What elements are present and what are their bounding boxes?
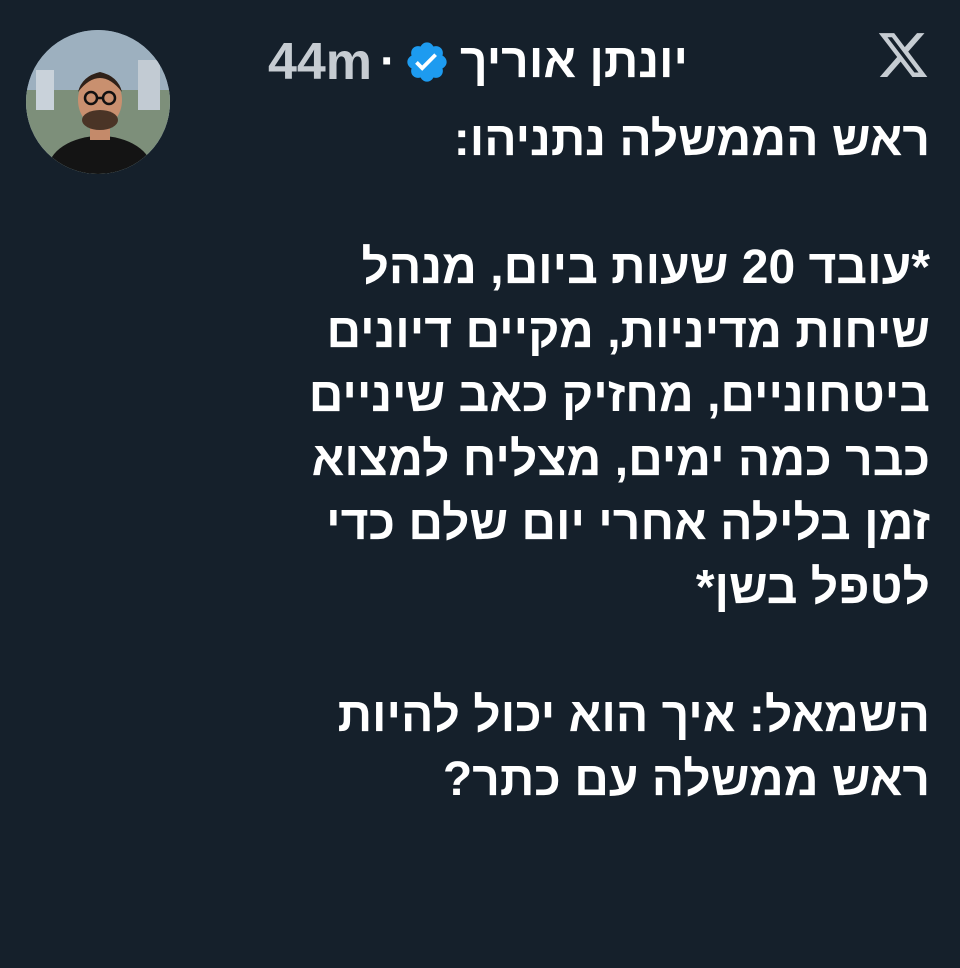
tweet-line: שיחות מדיניות, מקיים דיונים: [326, 305, 931, 358]
tweet-line: ראש ממשלה עם כתר?: [442, 753, 930, 806]
tweet-line: לטפל בשן*: [695, 561, 930, 614]
tweet-line: ביטחוניים, מחזיק כאב שיניים: [308, 369, 930, 422]
tweet-line: ראש הממשלה נתניהו:: [453, 113, 930, 166]
separator-dot: ·: [380, 35, 396, 88]
tweet-line: זמן בלילה אחרי יום שלם כדי: [326, 497, 930, 550]
verified-badge-icon: [404, 39, 450, 85]
author-name[interactable]: יונתן אוריך: [460, 38, 688, 86]
tweet-line: כבר כמה ימים, מצליח למצוא: [311, 433, 930, 486]
x-logo-icon[interactable]: [876, 28, 930, 82]
tweet-header: יונתן אוריך · 44m: [268, 22, 688, 102]
tweet-line: השמאל: איך הוא יכול להיות: [337, 689, 930, 742]
timestamp[interactable]: 44m: [268, 36, 372, 88]
tweet-line: *עובד 20 שעות ביום, מנהל: [361, 241, 930, 294]
tweet-text: ראש הממשלה נתניהו: *עובד 20 שעות ביום, מ…: [30, 108, 930, 812]
